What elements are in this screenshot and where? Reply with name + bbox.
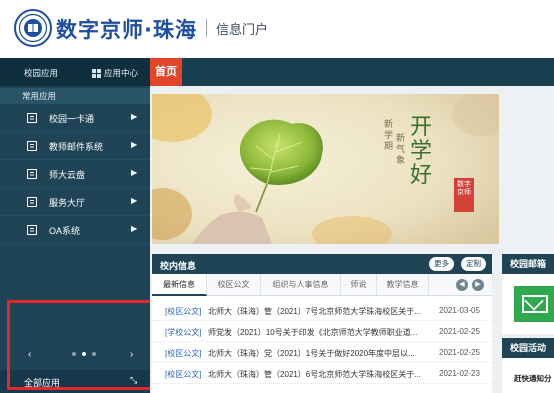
portal-subtitle: 信息门户 — [216, 22, 269, 37]
more-button[interactable]: 更多 — [429, 257, 454, 271]
campus-mail-panel: 校园邮箱 — [502, 254, 554, 334]
chevron-right-icon: ▶ — [131, 112, 138, 121]
edit-icon — [27, 225, 37, 235]
news-title[interactable]: 北师大（珠海）管（2021）6号北京师范大学珠海校区关于... — [208, 369, 428, 380]
campus-activity-panel: 校园活动 赶快通知分 — [502, 338, 554, 393]
news-title[interactable]: 师党发（2021）10号关于印发《北京师范大学教师职业道... — [208, 327, 428, 338]
tab-campus-documents[interactable]: 校区公文 — [207, 274, 261, 296]
page-dot[interactable] — [92, 352, 96, 356]
activity-note[interactable]: 赶快通知分 — [514, 373, 552, 384]
sidebar-item-label: OA系统 — [49, 226, 81, 236]
news-tabs: 最新信息 校区公文 组织与人事信息 师说 教学信息 ◀ ▶ — [152, 274, 492, 296]
news-date: 2021-02-25 — [439, 327, 480, 336]
sidebar-item-label: 师大云盘 — [49, 170, 86, 180]
chevron-left-icon[interactable]: ◀ — [456, 279, 468, 291]
sidebar-item-label: 教师邮件系统 — [49, 142, 104, 152]
sidebar-item-cloud-drive[interactable]: 师大云盘 ▶ — [0, 160, 150, 188]
banner-vertical-text-1: 新学期 — [384, 120, 394, 152]
tab-latest[interactable]: 最新信息 — [152, 274, 207, 296]
banner-headline: 开学好 — [410, 115, 433, 188]
news-category[interactable]: [校区公文] — [165, 348, 201, 359]
list-item[interactable]: [校区公文] 北师大（珠海）党（2021）1号关于做好2020年度中层以... … — [152, 342, 492, 363]
banner-illustration — [152, 94, 499, 244]
page-dot[interactable] — [72, 352, 76, 356]
top-nav-bar: 校园应用 应用中心 首页 — [0, 58, 554, 86]
banner-vertical-text-2: 新气象 — [396, 134, 406, 166]
cloud-drive-icon — [27, 169, 37, 179]
news-date: 2021-02-23 — [439, 369, 480, 378]
sidebar-item-teacher-mail[interactable]: 教师邮件系统 ▶ — [0, 132, 150, 160]
campus-mail-title: 校园邮箱 — [502, 254, 554, 274]
news-title[interactable]: 北师大（珠海）党（2021）1号关于做好2020年度中层以... — [208, 348, 428, 359]
tab-teacher-talk[interactable]: 师说 — [341, 274, 377, 296]
chevron-right-icon: ▶ — [131, 196, 138, 205]
sidebar-item-label: 校园一卡通 — [49, 114, 95, 124]
chevron-right-icon: ▶ — [131, 168, 138, 177]
sidebar-section-title: 常用应用 — [0, 88, 150, 104]
sidebar-next-page-button[interactable]: › — [130, 349, 133, 360]
sidebar: 常用应用 校园一卡通 ▶ 教师邮件系统 ▶ 师大云盘 ▶ 服务大厅 ▶ OA系统… — [0, 86, 150, 393]
sidebar-item-label: 服务大厅 — [49, 198, 86, 208]
news-category[interactable]: [校区公文] — [165, 306, 201, 317]
campus-news-panel: 校内信息 更多 定制 最新信息 校区公文 组织与人事信息 师说 教学信息 ◀ ▶… — [152, 254, 492, 393]
chevron-right-icon[interactable]: ▶ — [472, 279, 484, 291]
tab-scroll-arrows: ◀ ▶ — [456, 279, 484, 291]
sidebar-item-oa-system[interactable]: OA系统 ▶ — [0, 216, 150, 244]
all-apps-button[interactable]: 全部应用 ⤡ — [0, 370, 150, 393]
expand-icon: ⤡ — [130, 375, 138, 385]
brand-title[interactable]: 数字京师·珠海 — [56, 14, 197, 44]
all-apps-label: 全部应用 — [24, 378, 61, 388]
sidebar-list: 校园一卡通 ▶ 教师邮件系统 ▶ 师大云盘 ▶ 服务大厅 ▶ OA系统 ▶ — [0, 104, 150, 244]
news-date: 2021-02-25 — [439, 348, 480, 357]
news-title[interactable]: 北师大（珠海）管（2021）7号北京师范大学珠海校区关于... — [208, 306, 428, 317]
main-content: 新学期 新气象 开学好 数字京师 校内信息 更多 定制 最新信息 校区公文 组织… — [150, 86, 554, 393]
news-category[interactable]: [学校公文] — [165, 327, 201, 338]
news-panel-header: 校内信息 更多 定制 — [152, 254, 492, 274]
news-list: [校区公文] 北师大（珠海）管（2021）7号北京师范大学珠海校区关于... 2… — [152, 300, 492, 384]
grid-icon — [92, 68, 101, 78]
service-hall-icon — [27, 197, 37, 207]
university-seal-logo[interactable] — [14, 9, 52, 47]
sidebar-prev-page-button[interactable]: ‹ — [28, 349, 31, 360]
list-item[interactable]: [校区公文] 北师大（珠海）管（2021）7号北京师范大学珠海校区关于... 2… — [152, 300, 492, 321]
customize-button[interactable]: 定制 — [461, 257, 486, 271]
tab-teaching-info[interactable]: 教学信息 — [377, 274, 429, 296]
card-icon — [27, 113, 37, 123]
envelope-icon — [522, 295, 548, 313]
chevron-right-icon: ▶ — [131, 140, 138, 149]
campus-apps-label: 校园应用 — [24, 68, 59, 78]
list-item[interactable]: [学校公文] 师党发（2021）10号关于印发《北京师范大学教师职业道... 2… — [152, 321, 492, 342]
campus-activity-title: 校园活动 — [502, 338, 554, 358]
header-divider — [206, 19, 207, 37]
news-category[interactable]: [校区公文] — [165, 369, 201, 380]
app-center-label: 应用中心 — [104, 68, 139, 78]
tab-home[interactable]: 首页 — [150, 58, 182, 86]
sidebar-page-dots — [72, 352, 96, 356]
sidebar-item-service-hall[interactable]: 服务大厅 ▶ — [0, 188, 150, 216]
tab-personnel-info[interactable]: 组织与人事信息 — [261, 274, 341, 296]
app-center-link[interactable]: 应用中心 — [92, 67, 138, 79]
list-item[interactable]: [校区公文] 北师大（珠海）管（2021）6号北京师范大学珠海校区关于... 2… — [152, 363, 492, 384]
banner-seal-stamp: 数字京师 — [454, 178, 474, 212]
news-panel-title: 校内信息 — [160, 261, 197, 271]
news-date: 2021-03-05 — [439, 306, 480, 315]
banner-image[interactable]: 新学期 新气象 开学好 数字京师 — [152, 94, 499, 244]
mail-tile[interactable] — [514, 286, 554, 322]
sidebar-item-campus-card[interactable]: 校园一卡通 ▶ — [0, 104, 150, 132]
page-dot-active[interactable] — [82, 352, 86, 356]
header: 数字京师·珠海 信息门户 — [0, 0, 554, 58]
mail-icon — [27, 141, 37, 151]
chevron-right-icon: ▶ — [131, 224, 138, 233]
